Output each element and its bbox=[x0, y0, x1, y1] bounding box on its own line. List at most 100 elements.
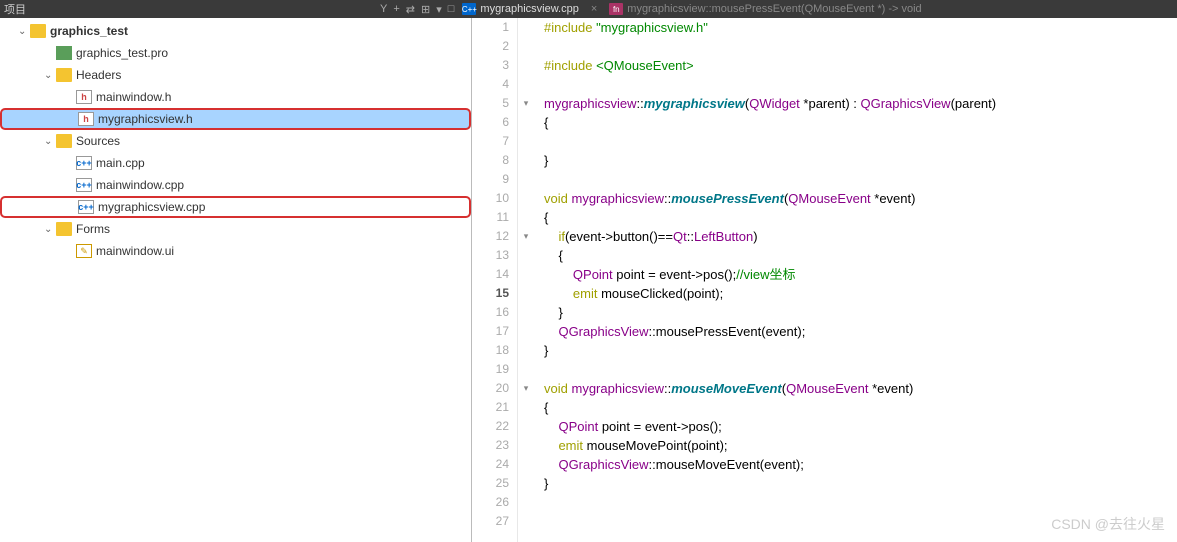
fold-icon[interactable] bbox=[518, 113, 534, 132]
code-line[interactable]: { bbox=[544, 208, 1177, 227]
tree-item[interactable]: ⌄ Forms bbox=[0, 218, 471, 240]
h-icon: h bbox=[78, 112, 94, 126]
code-line[interactable]: QPoint point = event->pos(); bbox=[544, 417, 1177, 436]
code-line[interactable] bbox=[544, 512, 1177, 531]
code-line[interactable]: QGraphicsView::mouseMoveEvent(event); bbox=[544, 455, 1177, 474]
fold-icon[interactable] bbox=[518, 151, 534, 170]
line-number: 14 bbox=[472, 265, 509, 284]
tree-item-label: graphics_test bbox=[50, 24, 128, 38]
code-line[interactable]: mygraphicsview::mygraphicsview(QWidget *… bbox=[544, 94, 1177, 113]
fold-icon[interactable]: ▾ bbox=[518, 379, 534, 398]
dropdown-icon[interactable]: ▾ bbox=[436, 3, 442, 16]
fold-icon[interactable] bbox=[518, 493, 534, 512]
fold-icon[interactable] bbox=[518, 170, 534, 189]
fold-icon[interactable] bbox=[518, 265, 534, 284]
fold-icon[interactable]: ▾ bbox=[518, 227, 534, 246]
layout-icon[interactable]: ⊞ bbox=[421, 3, 430, 16]
fold-icon[interactable] bbox=[518, 436, 534, 455]
code-line[interactable]: } bbox=[544, 341, 1177, 360]
line-number: 7 bbox=[472, 132, 509, 151]
split-icon[interactable]: □ bbox=[448, 3, 455, 15]
filter-icon[interactable]: Y bbox=[380, 3, 387, 15]
tree-item[interactable]: hmygraphicsview.h bbox=[0, 108, 471, 130]
code-line[interactable]: } bbox=[544, 303, 1177, 322]
code-line[interactable] bbox=[544, 170, 1177, 189]
tree-item[interactable]: ⌄Sources bbox=[0, 130, 471, 152]
expand-icon[interactable]: ⌄ bbox=[44, 224, 56, 235]
fold-icon[interactable] bbox=[518, 132, 534, 151]
code-editor[interactable]: 1234567891011121314151617181920212223242… bbox=[472, 18, 1177, 542]
code-line[interactable]: #include "mygraphicsview.h" bbox=[544, 18, 1177, 37]
fold-icon[interactable] bbox=[518, 284, 534, 303]
code-line[interactable]: #include <QMouseEvent> bbox=[544, 56, 1177, 75]
line-number: 15 bbox=[472, 284, 509, 303]
folder-icon bbox=[56, 134, 72, 148]
close-icon[interactable]: × bbox=[591, 3, 597, 15]
fold-icon[interactable] bbox=[518, 56, 534, 75]
fold-icon[interactable] bbox=[518, 208, 534, 227]
function-icon: fn bbox=[609, 3, 623, 15]
line-number: 27 bbox=[472, 512, 509, 531]
code-line[interactable]: } bbox=[544, 151, 1177, 170]
tab-active-file[interactable]: C++ mygraphicsview.cpp bbox=[462, 3, 578, 15]
fold-icon[interactable] bbox=[518, 75, 534, 94]
code-line[interactable]: { bbox=[544, 246, 1177, 265]
code-line[interactable]: void mygraphicsview::mouseMoveEvent(QMou… bbox=[544, 379, 1177, 398]
code-line[interactable]: emit mouseClicked(point); bbox=[544, 284, 1177, 303]
code-line[interactable]: { bbox=[544, 113, 1177, 132]
line-number: 16 bbox=[472, 303, 509, 322]
fold-icon[interactable]: ▾ bbox=[518, 94, 534, 113]
fold-icon[interactable] bbox=[518, 303, 534, 322]
fold-icon[interactable] bbox=[518, 360, 534, 379]
folder-icon bbox=[56, 222, 72, 236]
code-line[interactable] bbox=[544, 132, 1177, 151]
expand-icon[interactable]: ⌄ bbox=[44, 136, 56, 147]
code-line[interactable]: QGraphicsView::mousePressEvent(event); bbox=[544, 322, 1177, 341]
fold-icon[interactable] bbox=[518, 341, 534, 360]
expand-icon[interactable]: ⌄ bbox=[18, 26, 30, 37]
code-line[interactable]: QPoint point = event->pos();//view坐标 bbox=[544, 265, 1177, 284]
line-number: 21 bbox=[472, 398, 509, 417]
fold-icon[interactable] bbox=[518, 474, 534, 493]
code-line[interactable] bbox=[544, 360, 1177, 379]
code-line[interactable]: { bbox=[544, 398, 1177, 417]
panel-title: 项目 bbox=[0, 1, 380, 17]
cpp-icon: c++ bbox=[76, 178, 92, 192]
tree-item[interactable]: ✎mainwindow.ui bbox=[0, 240, 471, 262]
tree-item[interactable]: c++mainwindow.cpp bbox=[0, 174, 471, 196]
link-icon[interactable]: ⇄ bbox=[406, 3, 415, 16]
expand-icon[interactable]: ⌄ bbox=[44, 70, 56, 81]
breadcrumb-symbol[interactable]: fn mygraphicsview::mousePressEvent(QMous… bbox=[609, 3, 921, 15]
fold-column: ▾ ▾ ▾ bbox=[518, 18, 534, 542]
tree-item[interactable]: hmainwindow.h bbox=[0, 86, 471, 108]
tree-item-label: Forms bbox=[76, 222, 110, 236]
code-line[interactable] bbox=[544, 75, 1177, 94]
tree-item[interactable]: ⌄ graphics_test bbox=[0, 20, 471, 42]
line-number: 19 bbox=[472, 360, 509, 379]
add-icon[interactable]: + bbox=[393, 3, 399, 15]
code-line[interactable] bbox=[544, 493, 1177, 512]
fold-icon[interactable] bbox=[518, 189, 534, 208]
fold-icon[interactable] bbox=[518, 246, 534, 265]
tree-item[interactable]: c++mygraphicsview.cpp bbox=[0, 196, 471, 218]
tree-item[interactable]: c++main.cpp bbox=[0, 152, 471, 174]
fold-icon[interactable] bbox=[518, 398, 534, 417]
fold-icon[interactable] bbox=[518, 322, 534, 341]
fold-icon[interactable] bbox=[518, 37, 534, 56]
cpp-icon: c++ bbox=[76, 156, 92, 170]
fold-icon[interactable] bbox=[518, 18, 534, 37]
fold-icon[interactable] bbox=[518, 417, 534, 436]
code-line[interactable]: if(event->button()==Qt::LeftButton) bbox=[544, 227, 1177, 246]
editor-tabbar: C++ mygraphicsview.cpp × fn mygraphicsvi… bbox=[462, 3, 1177, 15]
tree-item[interactable]: graphics_test.pro bbox=[0, 42, 471, 64]
project-sidebar[interactable]: ⌄graphics_testgraphics_test.pro⌄Headersh… bbox=[0, 18, 472, 542]
tree-item[interactable]: ⌄Headers bbox=[0, 64, 471, 86]
panel-icons: Y + ⇄ ⊞ ▾ □ bbox=[380, 3, 462, 16]
code-line[interactable]: void mygraphicsview::mousePressEvent(QMo… bbox=[544, 189, 1177, 208]
code-line[interactable]: } bbox=[544, 474, 1177, 493]
fold-icon[interactable] bbox=[518, 455, 534, 474]
fold-icon[interactable] bbox=[518, 512, 534, 531]
code-area[interactable]: #include "mygraphicsview.h" #include <QMo… bbox=[534, 18, 1177, 542]
code-line[interactable] bbox=[544, 37, 1177, 56]
code-line[interactable]: emit mouseMovePoint(point); bbox=[544, 436, 1177, 455]
